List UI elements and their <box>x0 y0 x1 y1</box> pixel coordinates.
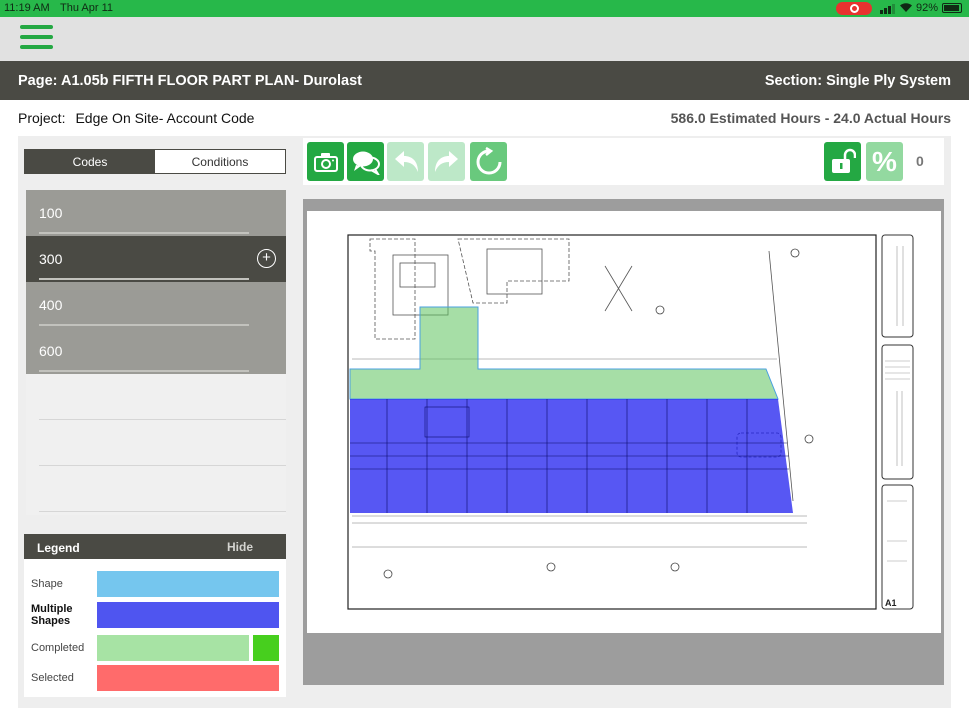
page-header: Page: A1.05b FIFTH FLOOR PART PLAN- Duro… <box>0 61 969 100</box>
tab-conditions[interactable]: Conditions <box>155 150 285 173</box>
code-label: 400 <box>39 297 63 313</box>
redo-icon[interactable] <box>428 142 465 181</box>
legend-item: Selected <box>24 665 286 691</box>
unlock-icon[interactable] <box>824 142 861 181</box>
project-bar: Project: Edge On Site- Account Code 586.0… <box>0 100 969 136</box>
codes-conditions-toggle: Codes Conditions <box>24 149 286 174</box>
svg-text:A1: A1 <box>885 598 897 608</box>
legend-label: Completed <box>31 642 85 654</box>
percent-icon[interactable]: % <box>866 142 903 181</box>
status-date: Thu Apr 11 <box>60 2 113 14</box>
project-name: Edge On Site- Account Code <box>75 110 255 126</box>
floor-plan-drawing: A1 <box>347 234 914 610</box>
hours-summary: 586.0 Estimated Hours - 24.0 Actual Hour… <box>670 110 951 126</box>
battery-icon <box>942 3 962 13</box>
legend-header: Legend Hide <box>24 534 286 559</box>
plan-viewer[interactable]: A1 <box>303 199 944 685</box>
legend-label: Selected <box>31 672 74 684</box>
drawing-sheet[interactable]: A1 <box>307 211 941 633</box>
code-label: 600 <box>39 343 63 359</box>
signal-icon <box>880 4 895 14</box>
legend-swatch-accent <box>253 635 279 661</box>
legend-title: Legend <box>37 541 80 555</box>
camera-icon[interactable] <box>307 142 344 181</box>
empty-row <box>26 466 286 512</box>
legend-label: Shape <box>31 578 63 590</box>
screen-recording-icon <box>836 2 872 15</box>
tab-codes[interactable]: Codes <box>25 150 155 173</box>
legend-panel: Shape Multiple Shapes Completed Selected <box>24 559 286 697</box>
project-info: Project: Edge On Site- Account Code <box>18 110 254 126</box>
legend-swatch <box>97 602 279 628</box>
list-item[interactable]: 400 <box>26 282 286 328</box>
legend-swatch <box>97 635 249 661</box>
codes-list: 100 300 + 400 600 <box>26 190 286 515</box>
app-bar <box>0 17 969 61</box>
code-label: 100 <box>39 205 63 221</box>
status-time: 11:19 AM <box>4 2 50 14</box>
wifi-icon <box>899 2 913 16</box>
battery-percent: 92% <box>916 2 939 14</box>
legend-item: Multiple Shapes <box>24 602 286 628</box>
chat-icon[interactable] <box>347 142 384 181</box>
legend-label: Multiple Shapes <box>31 603 73 627</box>
page-title: Page: A1.05b FIFTH FLOOR PART PLAN- Duro… <box>18 73 362 89</box>
refresh-icon[interactable] <box>470 142 507 181</box>
selection-count: 0 <box>916 153 924 169</box>
status-bar: 11:19 AM Thu Apr 11 92% <box>0 0 969 17</box>
list-item[interactable]: 300 + <box>26 236 286 282</box>
code-label: 300 <box>39 251 63 267</box>
undo-icon[interactable] <box>387 142 424 181</box>
legend-swatch <box>97 665 279 691</box>
empty-row <box>26 420 286 466</box>
empty-row <box>26 374 286 420</box>
menu-icon[interactable] <box>20 25 53 51</box>
section-title: Section: Single Ply System <box>764 73 951 89</box>
list-item[interactable]: 100 <box>26 190 286 236</box>
add-circle-icon[interactable]: + <box>257 249 276 268</box>
legend-item: Completed <box>24 635 286 661</box>
hide-legend-button[interactable]: Hide <box>227 540 253 554</box>
legend-swatch <box>97 571 279 597</box>
project-label: Project: <box>18 110 66 126</box>
legend-item: Shape <box>24 571 286 597</box>
toolbar: % <box>303 138 944 185</box>
list-item[interactable]: 600 <box>26 328 286 374</box>
